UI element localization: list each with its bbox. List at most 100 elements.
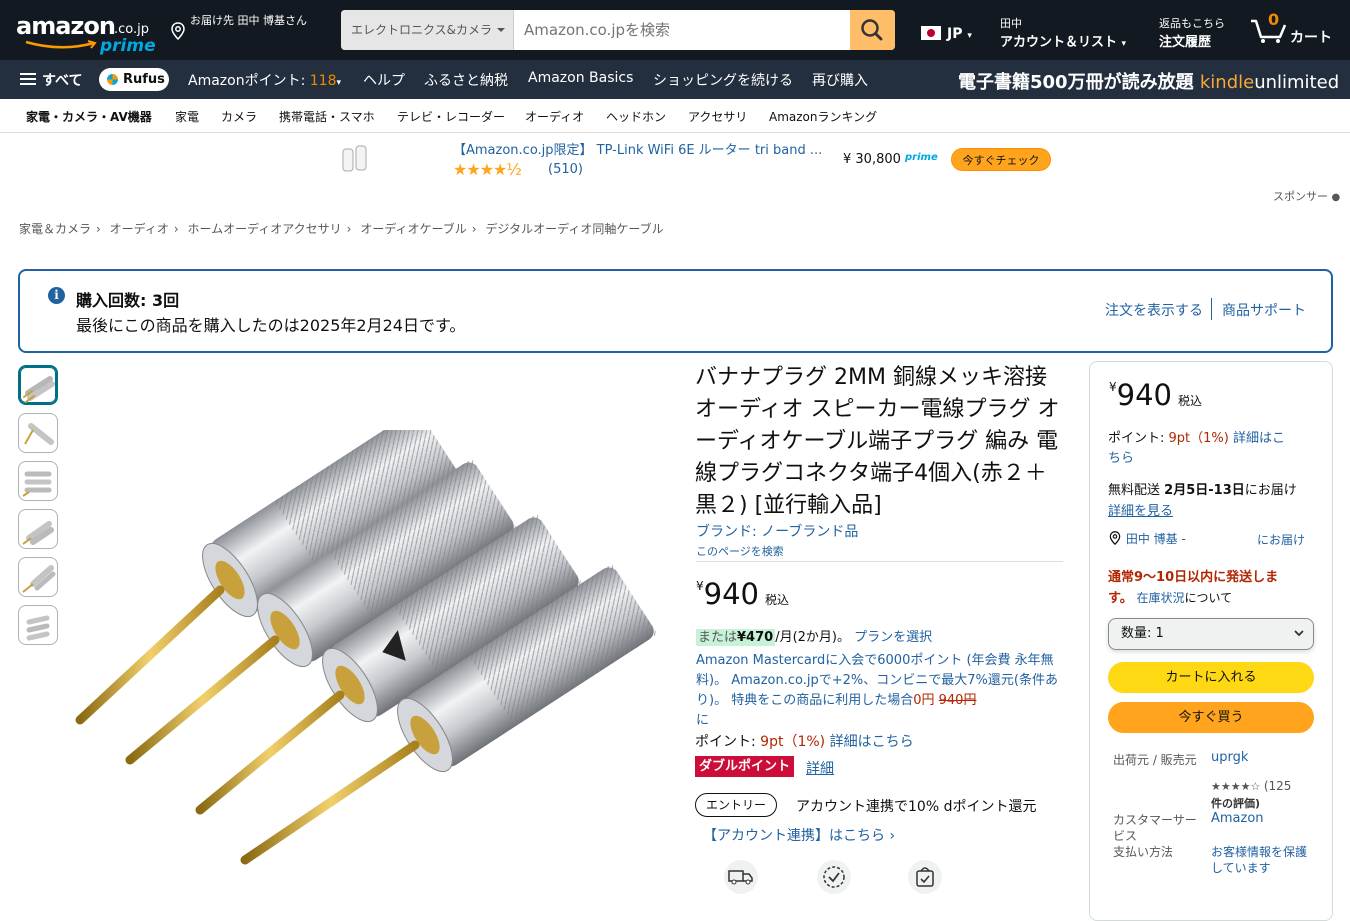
search-page-link[interactable]: このページを検索 bbox=[696, 543, 784, 559]
amazon-logo[interactable]: amazon .co.jp prime bbox=[16, 12, 156, 56]
breadcrumb-item[interactable]: ホームオーディオアクセサリ bbox=[187, 222, 341, 236]
nav-continue-shopping[interactable]: ショッピングを続ける bbox=[653, 70, 793, 90]
cat-appliances[interactable]: 家電 bbox=[175, 108, 199, 125]
thumbnail[interactable] bbox=[18, 509, 58, 549]
delivery-truck-icon[interactable] bbox=[724, 860, 758, 894]
delivery-details-link[interactable]: 詳細を見る bbox=[1108, 500, 1173, 519]
search-category-select[interactable]: エレクトロニクス&カメラ bbox=[341, 10, 514, 50]
payment-security-link[interactable]: お客様情報を保護 bbox=[1211, 843, 1307, 860]
customer-service-value[interactable]: Amazon bbox=[1211, 811, 1264, 826]
returns-label: 返品もこちら bbox=[1159, 17, 1225, 30]
seller-rating[interactable]: ★★★★☆ (125 bbox=[1211, 779, 1291, 793]
breadcrumb-item[interactable]: オーディオケーブル bbox=[360, 222, 466, 236]
payment-label: 支払い方法 bbox=[1113, 845, 1174, 859]
ad-check-button[interactable]: 今すぐチェック bbox=[951, 148, 1051, 171]
secure-bag-icon[interactable] bbox=[908, 860, 942, 894]
nav-buy-again[interactable]: 再び購入 bbox=[812, 70, 868, 90]
cat-audio[interactable]: オーディオ bbox=[525, 108, 584, 125]
seller-link[interactable]: uprgk bbox=[1211, 750, 1248, 765]
points-value: 9pt（1%) bbox=[1168, 431, 1229, 446]
account-lists-label: アカウント＆リスト bbox=[1000, 35, 1118, 50]
nav-all[interactable]: すべて bbox=[42, 70, 82, 90]
breadcrumb-item[interactable]: オーディオ bbox=[110, 222, 169, 236]
quantity-select[interactable]: 数量: 1 bbox=[1108, 618, 1314, 650]
nav-help[interactable]: ヘルプ bbox=[363, 70, 405, 90]
cat-ranking[interactable]: Amazonランキング bbox=[769, 108, 877, 125]
points-label: ポイント: bbox=[695, 734, 756, 750]
tax-label: 税込 bbox=[1178, 394, 1203, 408]
caret-down-icon: ▾ bbox=[1121, 39, 1127, 49]
ad-title-link[interactable]: 【Amazon.co.jp限定】 TP-Link WiFi 6E ルーター tr… bbox=[453, 139, 833, 158]
double-points-detail-link[interactable]: 詳細 bbox=[806, 758, 834, 778]
link-divider bbox=[1211, 298, 1212, 320]
thumbnail[interactable] bbox=[18, 365, 58, 405]
breadcrumb: 家電＆カメラ › オーディオ › ホームオーディオアクセサリ › オーディオケーブル ›… bbox=[19, 222, 664, 236]
thumbnail[interactable] bbox=[18, 557, 58, 597]
cat-tv[interactable]: テレビ・レコーダー bbox=[397, 108, 505, 125]
shipping-status: 通常9～10日以内に発送しま bbox=[1108, 570, 1279, 585]
cat-mobile[interactable]: 携帯電話・スマホ bbox=[279, 108, 375, 125]
buy-now-button[interactable]: 今すぐ買う bbox=[1108, 702, 1314, 733]
account-menu[interactable]: 田中 アカウント＆リスト ▾ bbox=[1000, 15, 1126, 50]
points-detail-link[interactable]: 詳細はこ bbox=[1233, 431, 1285, 446]
sponsored-label[interactable]: スポンサー ● bbox=[1273, 188, 1340, 204]
price-value: 940 bbox=[703, 577, 759, 611]
points-detail-link[interactable]: 詳細はこちら bbox=[830, 734, 914, 750]
caret-down-icon: ▾ bbox=[336, 78, 342, 88]
router-product-image[interactable] bbox=[342, 143, 368, 173]
select-plan-link[interactable]: プランを選択 bbox=[854, 630, 932, 645]
product-support-link[interactable]: 商品サポート bbox=[1222, 300, 1306, 320]
search-bar: エレクトロニクス&カメラ bbox=[341, 10, 895, 50]
thumbnail-image bbox=[23, 376, 55, 403]
main-product-image[interactable] bbox=[60, 430, 680, 900]
kindle-unlimited-banner[interactable]: 電子書籍500万冊が読み放題 kindleunlimited bbox=[958, 68, 1339, 94]
cat-headphones[interactable]: ヘッドホン bbox=[606, 108, 666, 125]
address-suffix[interactable]: にお届け bbox=[1257, 531, 1305, 548]
add-to-cart-button[interactable]: カートに入れる bbox=[1108, 662, 1314, 693]
top-nav: amazon .co.jp prime お届け先 田中 博基さん エレクトロニク… bbox=[0, 0, 1350, 60]
product-points: ポイント: 9pt（1%) 詳細はこちら bbox=[695, 731, 914, 751]
ad-rating-count[interactable]: (510) bbox=[548, 162, 583, 177]
stock-status-link[interactable]: 在庫状況 bbox=[1137, 591, 1185, 605]
ad-star-rating[interactable]: ★★★★½ bbox=[453, 160, 522, 179]
logo-smile-icon bbox=[25, 40, 97, 49]
nav-amazon-points[interactable]: Amazonポイント: 118▾ bbox=[188, 70, 341, 90]
breadcrumb-item[interactable]: デジタルオーディオ同軸ケーブル bbox=[485, 222, 663, 236]
language-label: JP bbox=[947, 26, 963, 42]
payment-security-link-2[interactable]: しています bbox=[1211, 859, 1271, 876]
language-selector[interactable]: JP ▾ bbox=[921, 26, 972, 42]
seller-stars: ★★★★☆ bbox=[1211, 780, 1261, 793]
entry-button[interactable]: エントリー bbox=[695, 793, 777, 817]
cat-electronics[interactable]: 家電・カメラ・AV機器 bbox=[26, 108, 152, 125]
thumbnail[interactable] bbox=[18, 605, 58, 645]
deliver-to[interactable]: お届け先 田中 博基さん bbox=[168, 12, 338, 46]
rufus-button[interactable]: Rufus bbox=[99, 68, 169, 91]
points-detail-link[interactable]: ちら bbox=[1108, 447, 1134, 466]
account-link[interactable]: 【アカウント連携】はこちら › bbox=[703, 825, 895, 845]
cart-button[interactable]: 0 カート bbox=[1250, 10, 1340, 50]
points-label: ポイント: bbox=[1108, 431, 1165, 446]
cat-camera[interactable]: カメラ bbox=[221, 108, 257, 125]
view-order-link[interactable]: 注文を表示する bbox=[1105, 300, 1203, 320]
nav-amazon-basics[interactable]: Amazon Basics bbox=[528, 70, 633, 86]
deliver-to-label: お届け先 田中 博基さん bbox=[190, 14, 307, 27]
delivery-address[interactable]: 田中 博基 - bbox=[1108, 530, 1186, 547]
product-price: ¥940 税込 bbox=[696, 577, 789, 611]
quality-badge-icon[interactable] bbox=[817, 860, 851, 894]
search-button[interactable] bbox=[850, 10, 895, 50]
thumbnail[interactable] bbox=[18, 461, 58, 501]
delivery-info: 無料配送 2月5日-13日にお届け bbox=[1108, 479, 1297, 498]
orders-menu[interactable]: 返品もこちら 注文履歴 bbox=[1159, 15, 1225, 50]
nav-furusato[interactable]: ふるさと納税 bbox=[424, 70, 508, 90]
brand-link[interactable]: ブランド: ノーブランド品 bbox=[696, 521, 858, 541]
installment-info: または¥470/月(2か月)。 プランを選択 bbox=[696, 626, 932, 646]
cat-accessories[interactable]: アクセサリ bbox=[688, 108, 747, 125]
search-category-label: エレクトロニクス&カメラ bbox=[351, 23, 492, 37]
logo-domain: .co.jp bbox=[114, 22, 150, 37]
hamburger-icon[interactable] bbox=[20, 73, 36, 85]
location-pin-icon bbox=[171, 22, 185, 40]
breadcrumb-item[interactable]: 家電＆カメラ bbox=[19, 222, 91, 236]
mastercard-offer[interactable]: Amazon Mastercardに入会で6000ポイント (年会費 永年無料)… bbox=[696, 651, 1061, 731]
thumbnail[interactable] bbox=[18, 413, 58, 453]
search-input[interactable] bbox=[514, 10, 850, 50]
